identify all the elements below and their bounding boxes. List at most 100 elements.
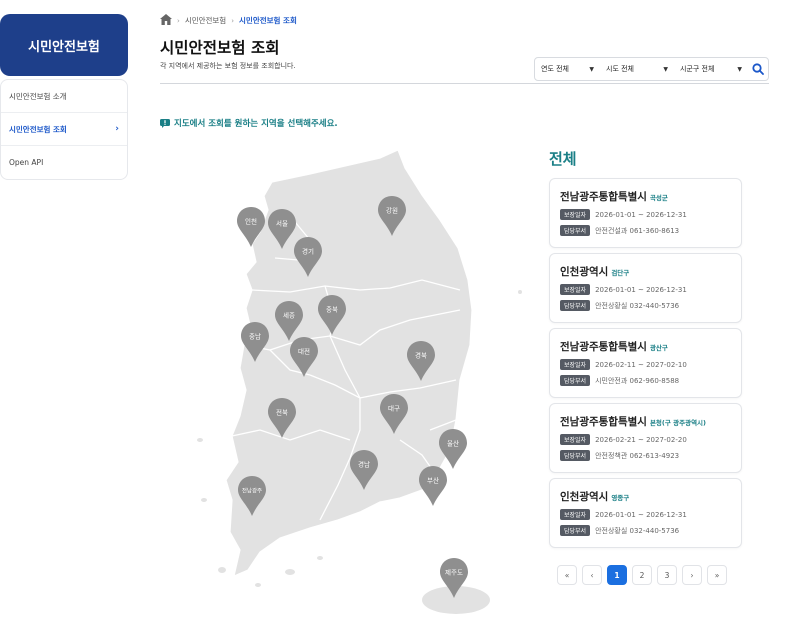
search-icon xyxy=(752,63,764,75)
marker-label: 충북 xyxy=(326,305,338,314)
card-district: 검단구 xyxy=(611,269,630,277)
card-dept: 안전건설과 061-360-8613 xyxy=(595,226,680,235)
result-card[interactable]: 인천광역시 영종구 보장일자 2026-01-01 ~ 2026-12-31 담당부… xyxy=(549,478,742,548)
result-card[interactable]: 인천광역시 검단구 보장일자 2026-01-01 ~ 2026-12-31 담당부… xyxy=(549,253,742,323)
sidebar: 시민안전보험 시민안전보험 소개 시민안전보험 조회 › Open API xyxy=(0,14,128,180)
marker-busan[interactable]: 부산 xyxy=(419,466,447,506)
sidebar-title: 시민안전보험 xyxy=(0,14,128,76)
page-button-3[interactable]: 3 xyxy=(657,565,677,585)
card-period: 2026-01-01 ~ 2026-12-31 xyxy=(595,510,687,519)
chevron-down-icon: ▼ xyxy=(589,65,594,73)
card-district: 광산구 xyxy=(649,344,668,352)
card-title: 전남광주통합특별시 본청(구 광주광역시) xyxy=(560,414,731,429)
last-page-button[interactable]: » xyxy=(707,565,727,585)
home-icon[interactable] xyxy=(160,14,172,27)
marker-label: 세종 xyxy=(283,311,295,320)
next-page-button[interactable]: › xyxy=(682,565,702,585)
province-select[interactable]: 시도 전체 ▼ xyxy=(600,64,674,74)
district-select[interactable]: 시군구 전체 ▼ xyxy=(674,64,748,74)
marker-label: 경남 xyxy=(358,460,370,469)
marker-label: 부산 xyxy=(427,476,439,485)
card-district: 곡성군 xyxy=(649,194,668,202)
marker-label: 제주도 xyxy=(445,569,463,577)
sidebar-item-label: 시민안전보험 소개 xyxy=(9,91,67,101)
card-dept: 안전상황실 032-440-5736 xyxy=(595,301,680,310)
period-badge: 보장일자 xyxy=(560,509,591,520)
marker-label: 충남 xyxy=(249,332,261,341)
card-period: 2026-02-11 ~ 2027-02-10 xyxy=(595,360,687,369)
card-title: 전남광주통합특별시 광산구 xyxy=(560,339,731,354)
breadcrumb-separator: › xyxy=(231,16,235,25)
result-list: 전남광주통합특별시 곡성군 보장일자 2026-01-01 ~ 2026-12-31… xyxy=(549,178,742,553)
card-district: 영종구 xyxy=(611,494,630,502)
card-title: 인천광역시 영종구 xyxy=(560,489,731,504)
card-region: 인천광역시 xyxy=(560,266,609,278)
breadcrumb-item[interactable]: 시민안전보험 xyxy=(185,15,226,26)
result-card[interactable]: 전남광주통합특별시 광산구 보장일자 2026-02-11 ~ 2027-02-10… xyxy=(549,328,742,398)
province-select-value: 시도 전체 xyxy=(606,65,634,73)
dept-badge: 담당부서 xyxy=(560,525,591,536)
marker-label: 울산 xyxy=(447,439,459,448)
page-button-1[interactable]: 1 xyxy=(607,565,627,585)
marker-label: 대전 xyxy=(298,347,310,356)
sidebar-item-open-api[interactable]: Open API xyxy=(1,146,127,179)
card-region: 전남광주통합특별시 xyxy=(560,191,647,203)
dept-badge: 담당부서 xyxy=(560,450,591,461)
year-select-value: 연도 전체 xyxy=(541,65,569,73)
sidebar-item-intro[interactable]: 시민안전보험 소개 xyxy=(1,80,127,113)
result-card[interactable]: 전남광주통합특별시 본청(구 광주광역시) 보장일자 2026-02-21 ~ 20… xyxy=(549,403,742,473)
dept-badge: 담당부서 xyxy=(560,375,591,386)
page-title: 시민안전보험 조회 xyxy=(160,39,280,57)
first-page-button[interactable]: « xyxy=(557,565,577,585)
chat-icon xyxy=(160,118,170,128)
marker-label: 경북 xyxy=(415,351,427,360)
card-region: 전남광주통합특별시 xyxy=(560,416,647,428)
search-button[interactable] xyxy=(748,63,768,75)
card-period: 2026-02-21 ~ 2027-02-20 xyxy=(595,435,687,444)
prev-page-button[interactable]: ‹ xyxy=(582,565,602,585)
map-hint-text: 지도에서 조회를 원하는 지역을 선택해주세요. xyxy=(174,119,338,129)
marker-label: 대구 xyxy=(388,405,400,413)
year-select[interactable]: 연도 전체 ▼ xyxy=(535,64,600,74)
korea-map[interactable]: 인천 서울 경기 강원 세종 충북 충남 대전 경북 대구 전북 울산 경남 부… xyxy=(160,140,540,620)
marker-label: 전남광주 xyxy=(242,487,262,495)
card-dept: 안전상황실 032-440-5736 xyxy=(595,526,680,535)
period-badge: 보장일자 xyxy=(560,209,591,220)
marker-label: 전북 xyxy=(276,408,288,417)
chevron-right-icon: › xyxy=(115,124,119,134)
card-period: 2026-01-01 ~ 2026-12-31 xyxy=(595,210,687,219)
breadcrumb: › 시민안전보험 › 시민안전보험 조회 xyxy=(160,14,297,27)
period-badge: 보장일자 xyxy=(560,359,591,370)
chevron-down-icon: ▼ xyxy=(663,65,668,73)
period-badge: 보장일자 xyxy=(560,284,591,295)
pagination: « ‹ 1 2 3 › » xyxy=(557,565,727,585)
page-button-2[interactable]: 2 xyxy=(632,565,652,585)
marker-label: 인천 xyxy=(245,217,257,226)
result-card[interactable]: 전남광주통합특별시 곡성군 보장일자 2026-01-01 ~ 2026-12-31… xyxy=(549,178,742,248)
sidebar-item-label: Open API xyxy=(9,158,44,167)
marker-label: 서울 xyxy=(276,219,288,228)
chevron-down-icon: ▼ xyxy=(737,65,742,73)
marker-label: 강원 xyxy=(386,206,398,215)
divider xyxy=(160,83,769,84)
card-dept: 시민안전과 062-960-8588 xyxy=(595,376,680,385)
card-title: 전남광주통합특별시 곡성군 xyxy=(560,189,731,204)
card-district: 본청(구 광주광역시) xyxy=(649,419,706,427)
dept-badge: 담당부서 xyxy=(560,225,591,236)
card-period: 2026-01-01 ~ 2026-12-31 xyxy=(595,285,687,294)
card-region: 전남광주통합특별시 xyxy=(560,341,647,353)
filter-bar: 연도 전체 ▼ 시도 전체 ▼ 시군구 전체 ▼ xyxy=(534,57,769,81)
period-badge: 보장일자 xyxy=(560,434,591,445)
breadcrumb-separator: › xyxy=(177,16,180,25)
card-dept: 안전정책관 062-613-4923 xyxy=(595,451,680,460)
page-subtitle: 각 지역에서 제공하는 보험 정보를 조회합니다. xyxy=(160,62,296,70)
sidebar-item-lookup[interactable]: 시민안전보험 조회 › xyxy=(1,113,127,146)
marker-label: 경기 xyxy=(302,247,314,256)
card-region: 인천광역시 xyxy=(560,491,609,503)
breadcrumb-current: 시민안전보험 조회 xyxy=(239,16,297,25)
map-hint: 지도에서 조회를 원하는 지역을 선택해주세요. xyxy=(160,117,338,129)
result-title: 전체 xyxy=(549,150,577,168)
sidebar-menu: 시민안전보험 소개 시민안전보험 조회 › Open API xyxy=(0,79,128,180)
district-select-value: 시군구 전체 xyxy=(680,65,715,73)
card-title: 인천광역시 검단구 xyxy=(560,264,731,279)
